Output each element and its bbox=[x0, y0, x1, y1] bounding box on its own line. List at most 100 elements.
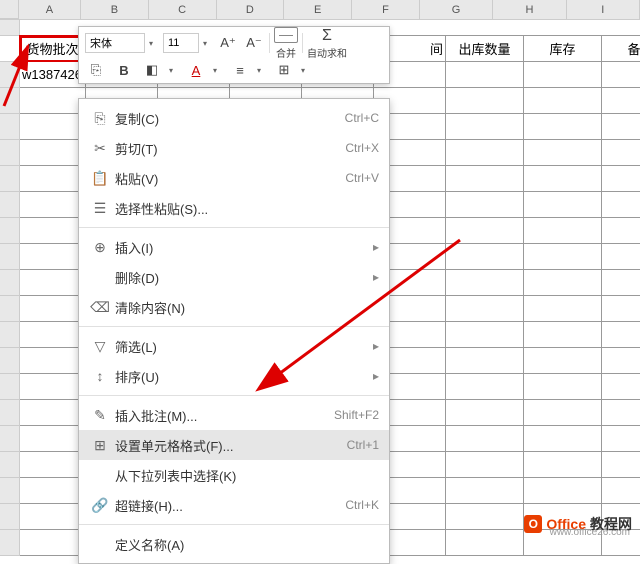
select-all-corner[interactable] bbox=[0, 0, 19, 19]
cell[interactable] bbox=[524, 270, 602, 296]
fill-color-button[interactable]: ◧ bbox=[141, 59, 163, 81]
col-header-h[interactable]: H bbox=[493, 0, 566, 19]
cell[interactable] bbox=[602, 374, 640, 400]
row-header[interactable] bbox=[0, 270, 20, 296]
cell[interactable] bbox=[20, 530, 86, 556]
bold-button[interactable]: B bbox=[113, 59, 135, 81]
menu-format-cells[interactable]: ⊞ 设置单元格格式(F)... Ctrl+1 bbox=[79, 430, 389, 460]
cell[interactable] bbox=[446, 478, 524, 504]
cell[interactable] bbox=[524, 400, 602, 426]
row-header[interactable] bbox=[0, 452, 20, 478]
cell[interactable] bbox=[446, 88, 524, 114]
cell[interactable] bbox=[20, 166, 86, 192]
col-header-a[interactable]: A bbox=[19, 0, 81, 19]
cell[interactable] bbox=[602, 426, 640, 452]
cell[interactable] bbox=[524, 192, 602, 218]
cell[interactable] bbox=[602, 322, 640, 348]
cell[interactable]: 库存 bbox=[524, 36, 602, 62]
cell[interactable] bbox=[602, 62, 640, 88]
align-button[interactable]: ≡ bbox=[229, 59, 251, 81]
cell[interactable] bbox=[602, 452, 640, 478]
row-header[interactable] bbox=[0, 400, 20, 426]
cell[interactable] bbox=[524, 452, 602, 478]
cell[interactable] bbox=[602, 218, 640, 244]
chevron-down-icon[interactable]: ▾ bbox=[213, 66, 223, 75]
menu-insert-comment[interactable]: ✎ 插入批注(M)... Shift+F2 bbox=[79, 400, 389, 430]
autosum-button[interactable]: Σ 自动求和 bbox=[307, 27, 347, 60]
cell[interactable] bbox=[446, 452, 524, 478]
borders-button[interactable]: ⊞ bbox=[273, 59, 295, 81]
cell[interactable] bbox=[524, 218, 602, 244]
cell[interactable] bbox=[446, 530, 524, 556]
cell[interactable] bbox=[524, 114, 602, 140]
row-header[interactable] bbox=[0, 530, 20, 556]
cell[interactable] bbox=[20, 374, 86, 400]
row-header[interactable] bbox=[0, 140, 20, 166]
cell[interactable] bbox=[446, 192, 524, 218]
cell[interactable] bbox=[602, 192, 640, 218]
row-header[interactable] bbox=[0, 348, 20, 374]
row-header[interactable] bbox=[0, 504, 20, 530]
chevron-down-icon[interactable]: ▾ bbox=[149, 39, 159, 48]
col-header-d[interactable]: D bbox=[217, 0, 285, 19]
chevron-down-icon[interactable]: ▾ bbox=[169, 66, 179, 75]
cell[interactable] bbox=[602, 348, 640, 374]
row-header[interactable] bbox=[0, 244, 20, 270]
decrease-font-icon[interactable]: A⁻ bbox=[243, 32, 265, 54]
col-header-f[interactable]: F bbox=[352, 0, 420, 19]
col-header-g[interactable]: G bbox=[420, 0, 493, 19]
cell[interactable] bbox=[524, 244, 602, 270]
font-family-select[interactable]: 宋体 bbox=[85, 33, 145, 53]
chevron-down-icon[interactable]: ▾ bbox=[203, 39, 213, 48]
cell[interactable] bbox=[602, 166, 640, 192]
cell[interactable] bbox=[524, 62, 602, 88]
row-header[interactable] bbox=[0, 166, 20, 192]
cell[interactable] bbox=[524, 296, 602, 322]
cell[interactable] bbox=[602, 296, 640, 322]
cell[interactable] bbox=[602, 478, 640, 504]
cell[interactable] bbox=[602, 244, 640, 270]
row-header[interactable] bbox=[0, 374, 20, 400]
chevron-down-icon[interactable]: ▾ bbox=[257, 66, 267, 75]
col-header-c[interactable]: C bbox=[149, 0, 217, 19]
cell[interactable] bbox=[524, 140, 602, 166]
menu-cut[interactable]: ✂ 剪切(T) Ctrl+X bbox=[79, 133, 389, 163]
cell[interactable] bbox=[20, 218, 86, 244]
row-header[interactable] bbox=[0, 218, 20, 244]
menu-define-name[interactable]: 定义名称(A) bbox=[79, 529, 389, 559]
cell[interactable] bbox=[524, 322, 602, 348]
menu-copy[interactable]: ⎘ 复制(C) Ctrl+C bbox=[79, 103, 389, 133]
cell[interactable] bbox=[446, 114, 524, 140]
font-color-button[interactable]: A bbox=[185, 59, 207, 81]
cell[interactable] bbox=[20, 192, 86, 218]
menu-paste[interactable]: 📋 粘贴(V) Ctrl+V bbox=[79, 163, 389, 193]
cell[interactable] bbox=[524, 348, 602, 374]
cell[interactable] bbox=[20, 348, 86, 374]
cell[interactable] bbox=[20, 452, 86, 478]
col-header-b[interactable]: B bbox=[81, 0, 149, 19]
cell[interactable] bbox=[446, 166, 524, 192]
cell[interactable] bbox=[446, 140, 524, 166]
cell[interactable] bbox=[446, 62, 524, 88]
cell[interactable] bbox=[602, 140, 640, 166]
cell[interactable] bbox=[20, 322, 86, 348]
cell[interactable]: 出库数量 bbox=[446, 36, 524, 62]
cell[interactable] bbox=[446, 504, 524, 530]
merge-cells-button[interactable]: 合并 bbox=[274, 27, 298, 60]
cell[interactable] bbox=[20, 244, 86, 270]
chevron-down-icon[interactable]: ▾ bbox=[301, 66, 311, 75]
cell[interactable] bbox=[524, 374, 602, 400]
font-size-select[interactable]: 11 bbox=[163, 33, 199, 53]
cell[interactable] bbox=[20, 140, 86, 166]
row-header[interactable] bbox=[0, 114, 20, 140]
increase-font-icon[interactable]: A⁺ bbox=[217, 32, 239, 54]
cell[interactable] bbox=[20, 270, 86, 296]
col-header-e[interactable]: E bbox=[284, 0, 352, 19]
cell[interactable] bbox=[20, 114, 86, 140]
menu-pick-from-list[interactable]: 从下拉列表中选择(K) bbox=[79, 460, 389, 490]
cell[interactable] bbox=[602, 270, 640, 296]
cell[interactable] bbox=[20, 478, 86, 504]
cell[interactable] bbox=[20, 296, 86, 322]
cell[interactable] bbox=[20, 504, 86, 530]
menu-paste-special[interactable]: ☰ 选择性粘贴(S)... bbox=[79, 193, 389, 223]
